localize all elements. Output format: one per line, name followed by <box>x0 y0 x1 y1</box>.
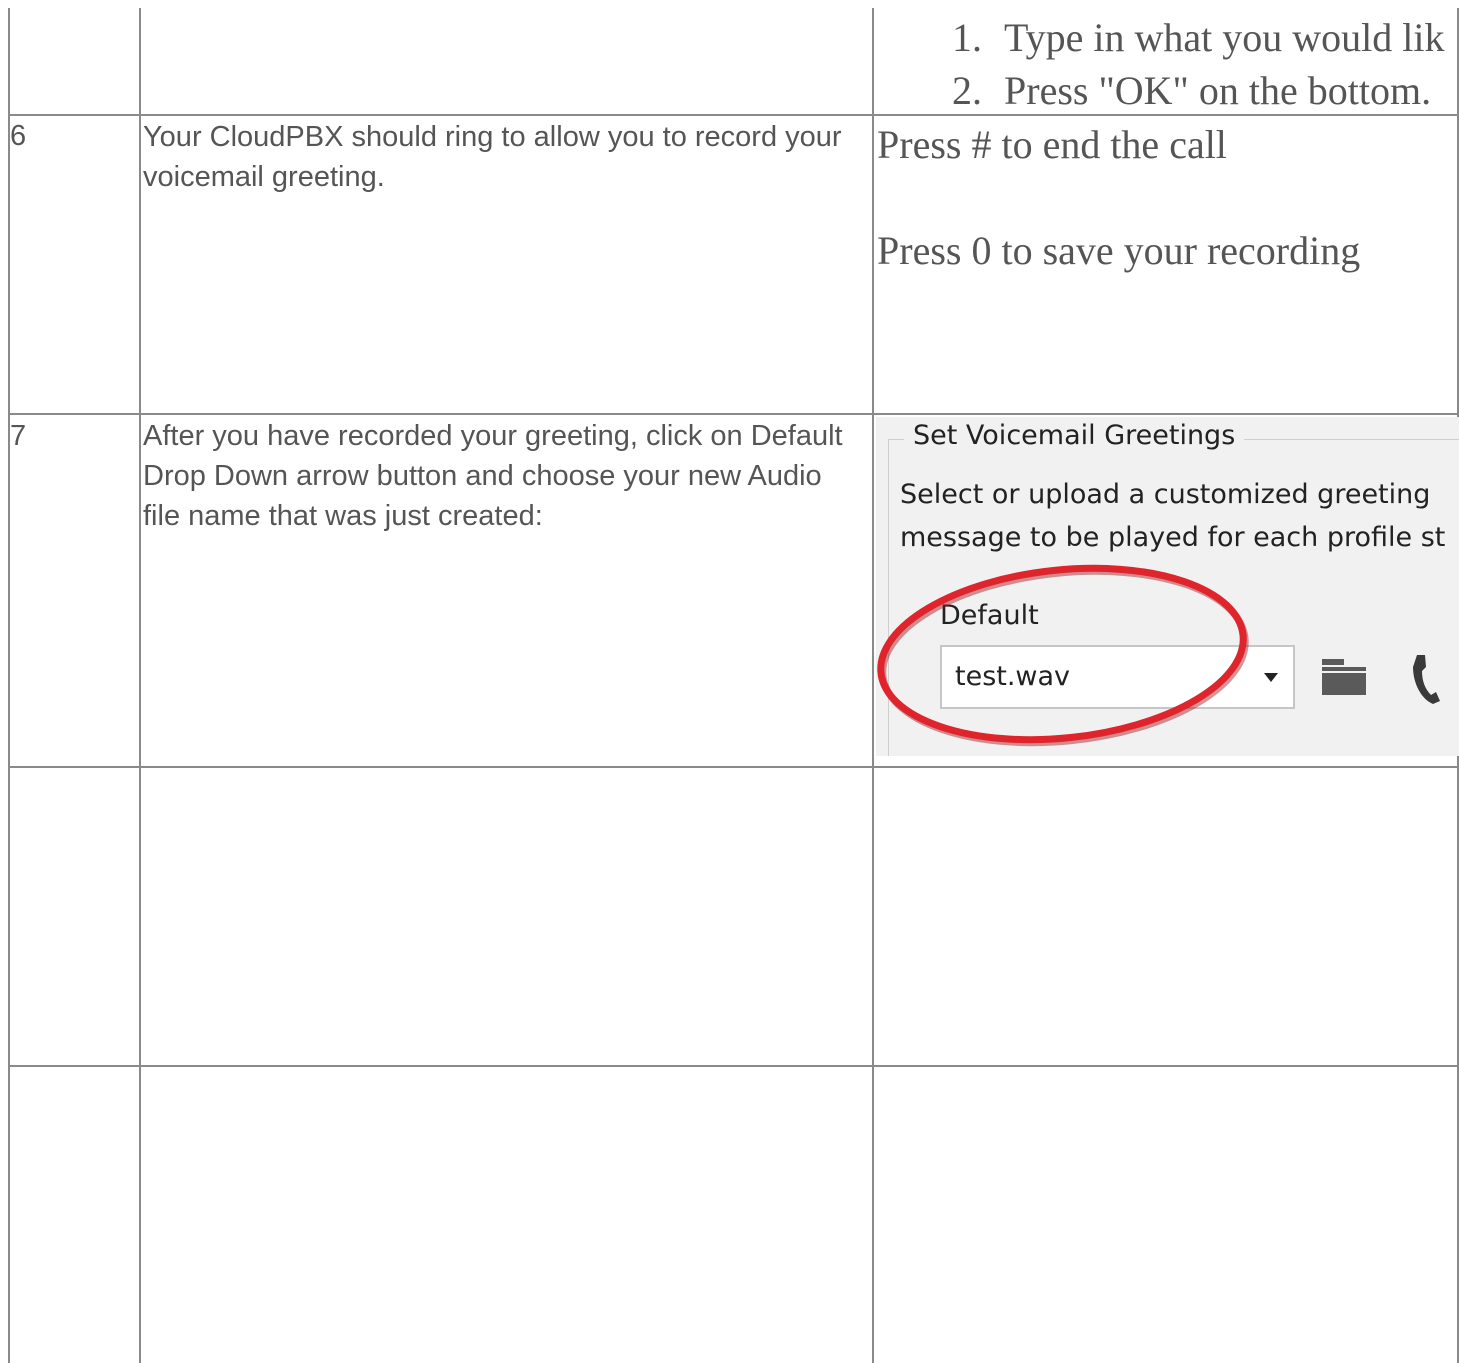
row-border-1 <box>8 114 1459 116</box>
highlight-circle <box>877 564 1249 747</box>
list-item: 2. Press "OK" on the bottom. <box>952 68 1432 113</box>
step-detail-line: Press # to end the call <box>877 122 1227 167</box>
step-detail-line: Press 0 to save your recording <box>877 228 1361 273</box>
voicemail-greetings-screenshot: Set Voicemail Greetings Select or upload… <box>876 417 1459 756</box>
list-item: 1. Type in what you would lik <box>952 15 1445 60</box>
row-border-4 <box>8 1065 1459 1067</box>
step-instruction: Your CloudPBX should ring to allow you t… <box>143 121 842 193</box>
step-number: 6 <box>10 120 27 152</box>
table-border-col1 <box>139 8 141 1363</box>
row-border-2 <box>8 413 1459 415</box>
table-border-col2 <box>872 8 874 1363</box>
row-border-3 <box>8 766 1459 768</box>
table-border-left <box>8 8 10 1363</box>
step-instruction: After you have recorded your greeting, c… <box>143 420 843 532</box>
step-number: 7 <box>10 420 27 452</box>
